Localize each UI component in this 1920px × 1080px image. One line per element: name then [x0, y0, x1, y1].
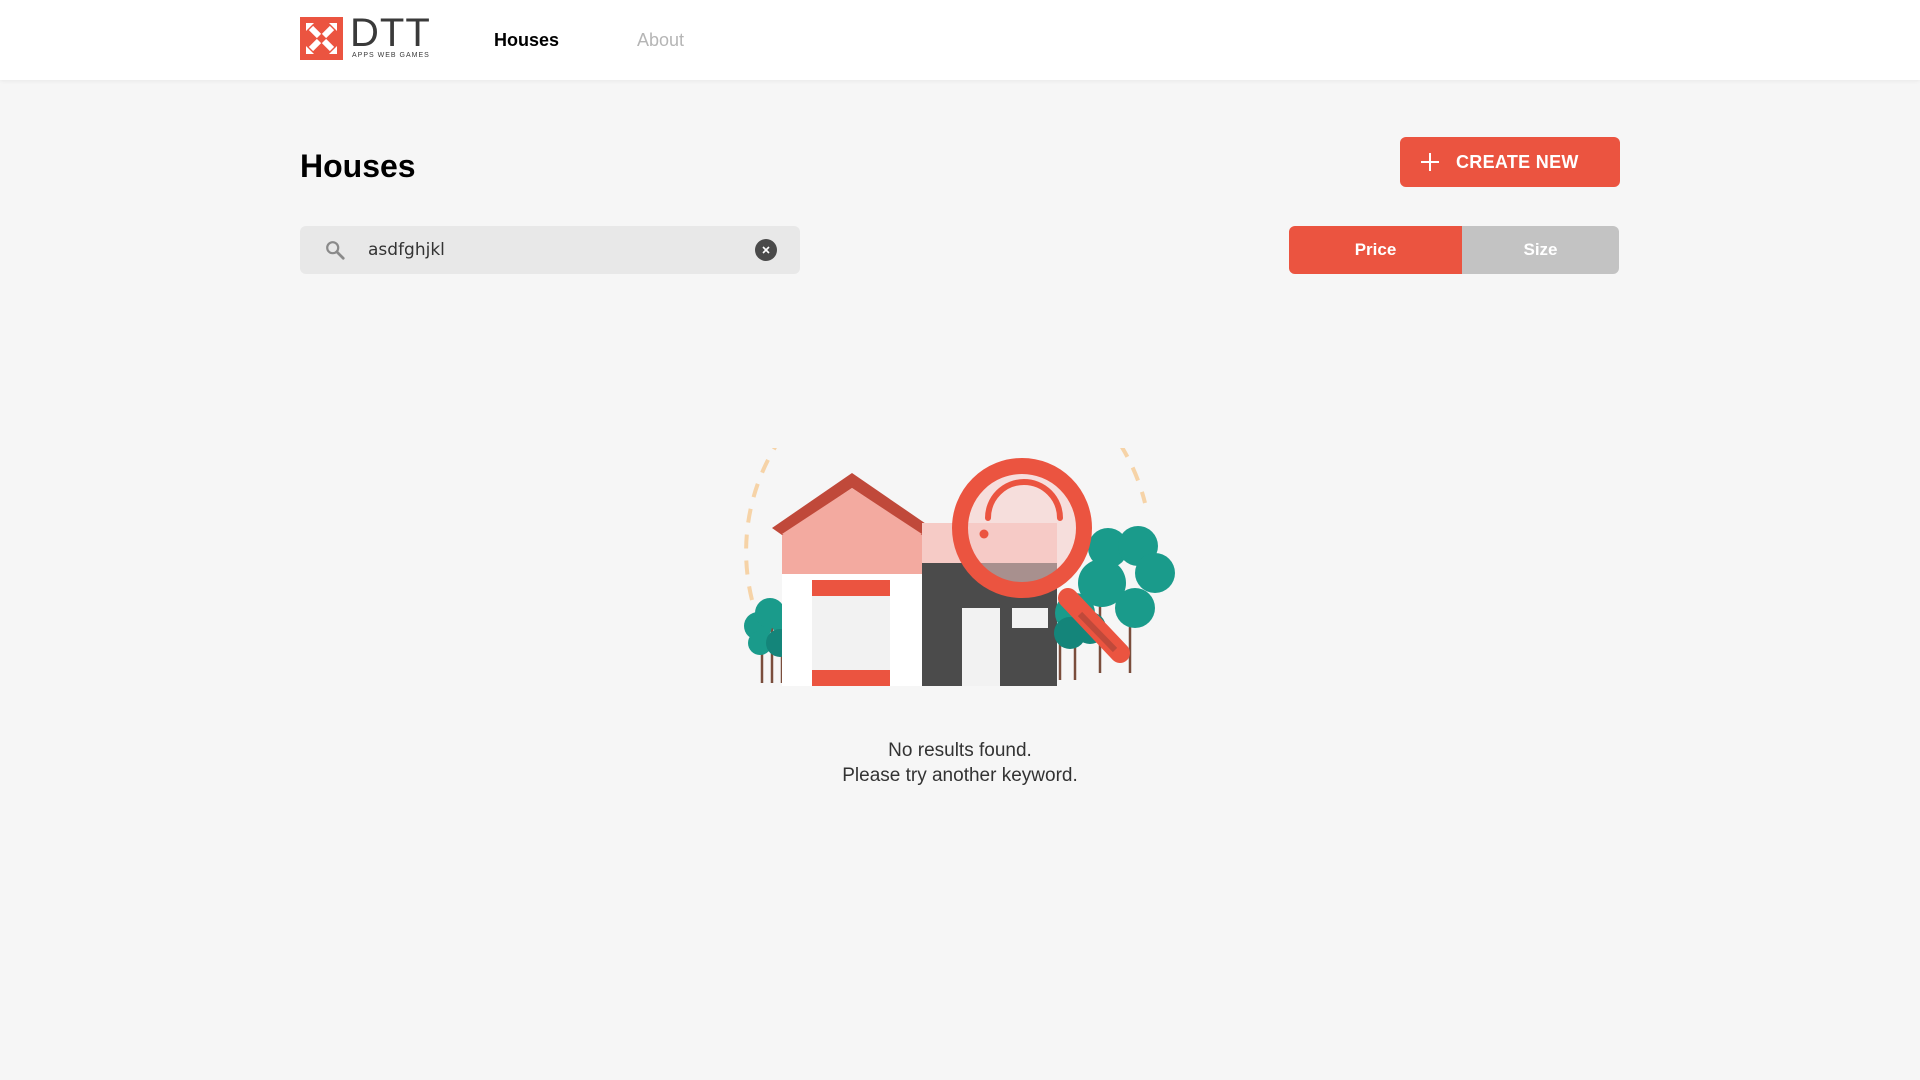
plus-icon [1421, 153, 1439, 171]
house-magnifier-illustration [730, 347, 1190, 688]
search-icon [326, 241, 345, 260]
dtt-logo[interactable]: DTT APPS WEB GAMES [300, 11, 432, 63]
search-input[interactable] [368, 226, 738, 274]
sort-size-button[interactable]: Size [1462, 226, 1619, 274]
empty-state-message: No results found. Please try another key… [660, 738, 1260, 788]
create-new-button[interactable]: CREATE NEW [1400, 137, 1620, 187]
top-nav-bar: DTT APPS WEB GAMES Houses About [0, 0, 1920, 80]
sort-price-button[interactable]: Price [1289, 226, 1462, 274]
nav-houses[interactable]: Houses [494, 29, 559, 51]
search-bar [300, 226, 800, 274]
logo-brand-text: DTT [350, 11, 431, 55]
close-icon [762, 246, 770, 254]
empty-state-line-1: No results found. [888, 740, 1032, 761]
page-title: Houses [300, 148, 416, 184]
sort-toggle: Price Size [1289, 226, 1619, 274]
empty-state-line-2: Please try another keyword. [842, 765, 1078, 786]
nav-about[interactable]: About [637, 29, 684, 51]
create-new-label: CREATE NEW [1456, 151, 1579, 172]
logo-tagline: APPS WEB GAMES [352, 52, 430, 59]
clear-search-button[interactable] [755, 239, 777, 261]
logo-mark-icon [300, 17, 343, 60]
